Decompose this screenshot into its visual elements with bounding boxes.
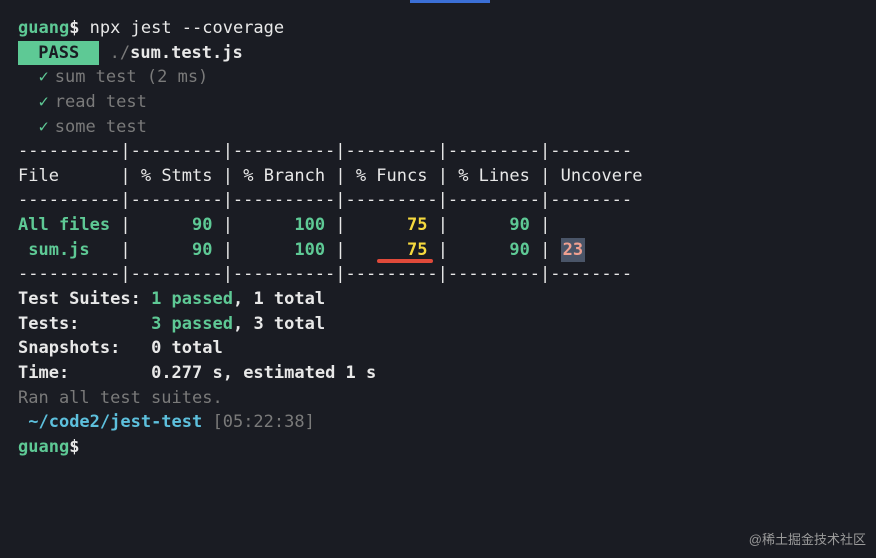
label: Test Suites: [18, 289, 141, 309]
table-divider: ----------|---------|----------|--------… [18, 139, 858, 164]
summary-snaps: Snapshots: 0 total [18, 336, 858, 361]
passed: 3 passed [151, 314, 233, 334]
table-header: File | % Stmts | % Branch | % Funcs | % … [18, 164, 858, 189]
uncovered-line: 23 [561, 238, 585, 263]
val: 0.277 s, estimated 1 s [151, 363, 376, 383]
rest: , 3 total [233, 314, 325, 334]
test-time: (2 ms) [147, 67, 208, 87]
cwd-line: ~/code2/jest-test [05:22:38] [18, 410, 858, 435]
cell-branch: 100 [233, 240, 335, 260]
summary-suites: Test Suites: 1 passed, 1 total [18, 287, 858, 312]
cell-file: All files [18, 215, 120, 235]
cell-funcs [346, 215, 407, 235]
command-line[interactable]: guang$ npx jest --coverage [18, 16, 858, 41]
table-divider: ----------|---------|----------|--------… [18, 188, 858, 213]
test-name: sum test [55, 67, 137, 87]
cell-file: sum.js [18, 240, 120, 260]
test-filename: sum.test.js [130, 43, 243, 63]
col-stmts: % Stmts [131, 166, 223, 186]
cell-funcs-val: 75 [407, 215, 427, 235]
val: 0 total [151, 338, 223, 358]
test-name: read test [55, 92, 147, 112]
check-icon: ✓ [38, 117, 48, 137]
cell-lines: 90 [448, 215, 540, 235]
cell-stmts: 90 [131, 215, 223, 235]
check-icon: ✓ [38, 67, 48, 87]
col-uncov: Uncovere [550, 166, 642, 186]
prompt-line[interactable]: guang$ [18, 435, 858, 460]
cell-funcs [346, 240, 407, 260]
test-result-3: ✓ some test [18, 115, 858, 140]
prompt-user: guang [18, 437, 69, 457]
cell-funcs-val: 75 [407, 240, 427, 260]
label: Snapshots: [18, 338, 141, 358]
ran-msg: Ran all test suites. [18, 386, 858, 411]
summary-tests: Tests: 3 passed, 3 total [18, 312, 858, 337]
label: Time: [18, 363, 141, 383]
check-icon: ✓ [38, 92, 48, 112]
cwd-time: [05:22:38] [202, 412, 315, 432]
test-name: some test [55, 117, 147, 137]
terminal-output: guang$ npx jest --coverage PASS ./sum.te… [18, 16, 858, 460]
pass-line: PASS ./sum.test.js [18, 41, 858, 66]
path-prefix: ./ [99, 43, 130, 63]
cwd-path: ~/code2/jest-test [28, 412, 202, 432]
table-row: All files | 90 | 100 | 75 | 90 | [18, 213, 858, 238]
prompt-user: guang [18, 18, 69, 38]
test-result-1: ✓ sum test (2 ms) [18, 65, 858, 90]
cell-stmts: 90 [131, 240, 223, 260]
command: npx jest --coverage [79, 18, 284, 38]
top-indicator [410, 0, 490, 3]
prompt-dollar: $ [69, 437, 79, 457]
col-funcs: % Funcs [346, 166, 438, 186]
passed: 1 passed [151, 289, 233, 309]
table-divider: ----------|---------|----------|--------… [18, 262, 858, 287]
pass-badge: PASS [18, 41, 99, 66]
cell-branch: 100 [233, 215, 335, 235]
prompt-dollar: $ [69, 18, 79, 38]
col-file: File [18, 166, 120, 186]
cell-lines: 90 [448, 240, 540, 260]
col-lines: % Lines [448, 166, 540, 186]
test-result-2: ✓ read test [18, 90, 858, 115]
label: Tests: [18, 314, 141, 334]
table-row: sum.js | 90 | 100 | 75 | 90 | 23 [18, 238, 858, 263]
watermark: @稀土掘金技术社区 [749, 531, 866, 550]
rest: , 1 total [233, 289, 325, 309]
summary-time: Time: 0.277 s, estimated 1 s [18, 361, 858, 386]
col-branch: % Branch [233, 166, 335, 186]
